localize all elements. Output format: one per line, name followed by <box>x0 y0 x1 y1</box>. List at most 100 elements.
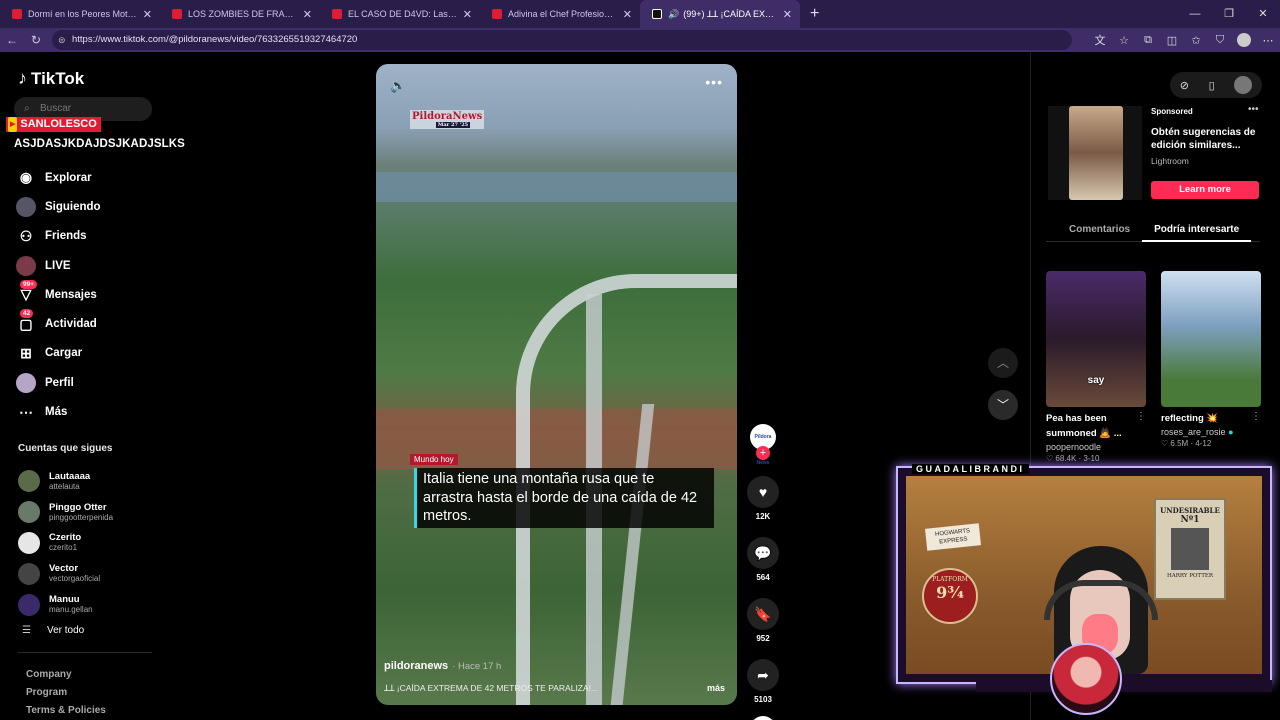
sidebar-item-label: Perfil <box>45 376 74 389</box>
previous-video-button[interactable]: ︿ <box>988 348 1018 378</box>
following-item[interactable]: Lautaaaa attelauta <box>18 466 158 497</box>
menu-dots-icon[interactable]: ⋯ <box>1256 34 1280 47</box>
close-tab-icon[interactable]: ✕ <box>463 8 472 21</box>
following-name: Manuu <box>49 594 80 606</box>
tab-title: LOS ZOMBIES DE FRANKFURT (JAM <box>188 9 297 19</box>
live-badge-text: SANLOLESCO <box>20 118 97 130</box>
sidebar-item-friends[interactable]: ⚇ Friends <box>16 222 156 251</box>
reload-icon[interactable]: ↻ <box>24 33 48 47</box>
platform-sign: PLATFORM 9¾ <box>922 568 978 624</box>
close-tab-icon[interactable]: ✕ <box>143 8 152 21</box>
sidebar-item-siguiendo[interactable]: Siguiendo <box>16 192 156 221</box>
footer-link-company[interactable]: Company <box>26 666 106 684</box>
restore-icon[interactable]: ❐ <box>1212 0 1246 28</box>
ad-thumbnail[interactable] <box>1069 106 1123 200</box>
tab-comentarios[interactable]: Comentarios <box>1046 218 1142 242</box>
close-tab-icon[interactable]: ✕ <box>783 8 792 21</box>
coins-icon[interactable]: ⊘ <box>1180 79 1189 92</box>
recommended-video-card[interactable]: reflecting 💥 roses_are_rosie ● ♡ 6.5M · … <box>1161 271 1261 448</box>
following-item[interactable]: Vector vectorgaoficial <box>18 558 158 589</box>
sidebar-item-perfil[interactable]: Perfil <box>16 368 156 397</box>
bookmark-star-icon[interactable]: ☆ <box>1112 34 1136 47</box>
footer-link-program[interactable]: Program <box>26 684 106 702</box>
comment-button[interactable]: 💬 564 <box>746 537 780 582</box>
close-window-icon[interactable]: ✕ <box>1246 0 1280 28</box>
youtube-favicon-icon <box>332 9 342 19</box>
user-avatar[interactable] <box>1234 76 1253 94</box>
learn-more-button[interactable]: Learn more <box>1151 181 1259 199</box>
like-button[interactable]: ♥ 12K <box>746 476 780 521</box>
favorites-icon[interactable]: ✩ <box>1184 34 1208 47</box>
sidebar-item-mensajes[interactable]: ▽ 99+ Mensajes <box>16 279 156 309</box>
shield-icon[interactable]: ⛉ <box>1208 34 1232 47</box>
sidebar-item-label: Explorar <box>45 171 92 184</box>
more-icon: ⋯ <box>19 403 33 420</box>
tab-podria-interesarte[interactable]: Podría interesarte <box>1142 218 1252 242</box>
following-list: Lautaaaa attelauta Pinggo Otter pinggootte… <box>18 466 158 620</box>
close-tab-icon[interactable]: ✕ <box>303 8 312 21</box>
comment-count: 564 <box>756 573 770 582</box>
sidebar-item-label: Mensajes <box>45 288 97 301</box>
site-info-icon[interactable]: ⊜ <box>58 30 66 50</box>
sidebar-item-mas[interactable]: ⋯ Más <box>16 397 156 426</box>
new-tab-icon[interactable]: + <box>810 5 819 23</box>
browser-tab[interactable]: Adivina el Chef Profesional - YouT ✕ <box>480 0 640 28</box>
following-item[interactable]: Pinggo Otter pinggootterpenida <box>18 497 158 528</box>
more-link[interactable]: más <box>707 683 725 693</box>
tab-title: Dormí en los Peores Moteles de EE <box>28 9 137 19</box>
sidebar-item-label: Siguiendo <box>45 200 101 213</box>
recommended-video-card[interactable]: say Pea has been summoned 🙇 ... pooperno… <box>1046 271 1146 463</box>
browser-tab[interactable]: LOS ZOMBIES DE FRANKFURT (JAM ✕ <box>160 0 320 28</box>
share-button[interactable]: ➦ 5103 <box>746 659 780 704</box>
more-options-icon[interactable]: ••• <box>705 74 723 90</box>
stream-overlay-text: ASJDASJKDAJDSJKADJSLKS <box>14 138 185 150</box>
next-video-button[interactable]: ﹀ <box>988 390 1018 420</box>
video-description: ꓕꓕ ¡CAÍDA EXTREMA DE 42 METROS TE PARALI… <box>384 683 599 693</box>
see-all-link[interactable]: ☰ Ver todo <box>22 625 84 636</box>
sidebar-item-live[interactable]: LIVE <box>16 251 156 280</box>
back-icon[interactable]: ← <box>0 33 24 47</box>
save-button[interactable]: 🔖 952 <box>746 598 780 643</box>
profile-avatar[interactable] <box>1237 33 1251 47</box>
sponsored-label: Sponsored <box>1151 107 1193 116</box>
browser-tab[interactable]: Dormí en los Peores Moteles de EE ✕ <box>0 0 160 28</box>
volume-icon[interactable]: 🔈 <box>390 78 406 94</box>
url-field[interactable]: ⊜ https://www.tiktok.com/@pildoranews/vid… <box>52 30 1072 50</box>
speaker-icon[interactable]: 🔊 <box>668 9 679 20</box>
sidebar-item-actividad[interactable]: ▢ 42 Actividad <box>16 309 156 338</box>
share-icon: ➦ <box>747 659 779 691</box>
tiktok-favicon-icon <box>652 9 662 19</box>
ad-more-icon[interactable]: ••• <box>1248 104 1259 115</box>
browser-tab-active[interactable]: 🔊 (99+) ꓕꓕ ¡CAÍDA EXTREMA DE 4 ✕ <box>640 0 800 28</box>
following-username: pinggootterpenida <box>49 512 114 522</box>
device-icon[interactable]: ▯ <box>1209 79 1215 92</box>
card-more-icon[interactable]: ⋮ <box>1136 411 1146 422</box>
following-username: manu.gellan <box>49 605 93 615</box>
video-author[interactable]: pildoranews · Hace 17 h <box>384 660 501 672</box>
footer-link-terms[interactable]: Terms & Policies <box>26 702 106 720</box>
sidebar-item-cargar[interactable]: ⊞ Cargar <box>16 339 156 368</box>
caption-tag: Mundo hoy <box>410 454 458 465</box>
sound-disc-icon[interactable]: Píldora News <box>750 716 776 720</box>
following-item[interactable]: Czerito czerito1 <box>18 528 158 559</box>
ad-title[interactable]: Obtén sugerencias de edición similares..… <box>1151 126 1259 152</box>
following-section-title: Cuentas que sigues <box>18 443 113 454</box>
follow-plus-icon[interactable]: + <box>756 446 770 460</box>
video-thumbnail[interactable] <box>1046 271 1146 407</box>
card-more-icon[interactable]: ⋮ <box>1251 411 1261 422</box>
browser-tab[interactable]: EL CASO DE D4VD: Las Perturbado ✕ <box>320 0 480 28</box>
minimize-icon[interactable]: — <box>1178 0 1212 28</box>
close-tab-icon[interactable]: ✕ <box>623 8 632 21</box>
sidebar-item-explorar[interactable]: ◉ Explorar <box>16 163 156 192</box>
comment-icon: 💬 <box>747 537 779 569</box>
split-view-icon[interactable]: ◫ <box>1160 34 1184 47</box>
translate-icon[interactable]: 文 <box>1088 32 1112 48</box>
card-title: reflecting 💥 <box>1161 413 1219 424</box>
video-thumbnail[interactable] <box>1161 271 1261 407</box>
youtube-favicon-icon <box>172 9 182 19</box>
video-player[interactable]: 🔈 ••• PildoraNews Mar 27 '25 Mundo hoy It… <box>376 64 737 705</box>
tiktok-logo[interactable]: ♪ TikTok <box>18 68 84 89</box>
extensions-icon[interactable]: ⧉ <box>1136 34 1160 47</box>
following-item[interactable]: Manuu manu.gellan <box>18 589 158 620</box>
divider <box>18 652 152 653</box>
